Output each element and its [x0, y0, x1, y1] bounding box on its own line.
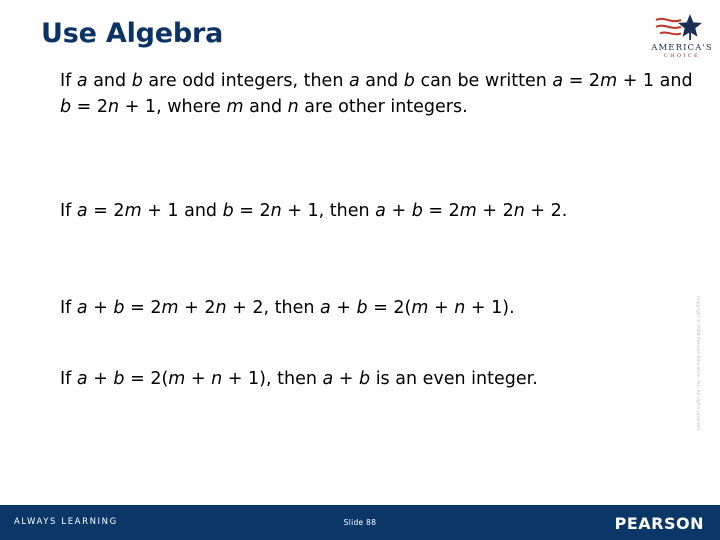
pearson-logo: PEARSON — [614, 514, 704, 533]
proof-step-2: If a = 2m + 1 and b = 2n + 1, then a + b… — [60, 201, 568, 221]
americas-choice-flag-star-icon — [648, 12, 716, 42]
proof-step-4: If a + b = 2(m + n + 1), then a + b is a… — [60, 369, 538, 389]
slide-canvas: Use Algebra AMERICA'S CHOICE If a and b … — [0, 0, 720, 540]
logo-tagline: CHOICE — [663, 53, 701, 59]
proof-step-1: If a and b are odd integers, then a and … — [60, 71, 693, 117]
logo-wordmark: AMERICA'S — [651, 43, 713, 53]
footer-bar: ALWAYS LEARNING Slide 88 PEARSON — [0, 505, 720, 540]
americas-choice-logo: AMERICA'S CHOICE — [648, 12, 716, 64]
vertical-copyright-notice: Copyright © 2009 Pearson Education, Inc.… — [696, 296, 701, 432]
page-title: Use Algebra — [41, 18, 224, 49]
slide-number-label: Slide 88 — [343, 518, 377, 527]
proof-step-3: If a + b = 2m + 2n + 2, then a + b = 2(m… — [60, 298, 515, 318]
